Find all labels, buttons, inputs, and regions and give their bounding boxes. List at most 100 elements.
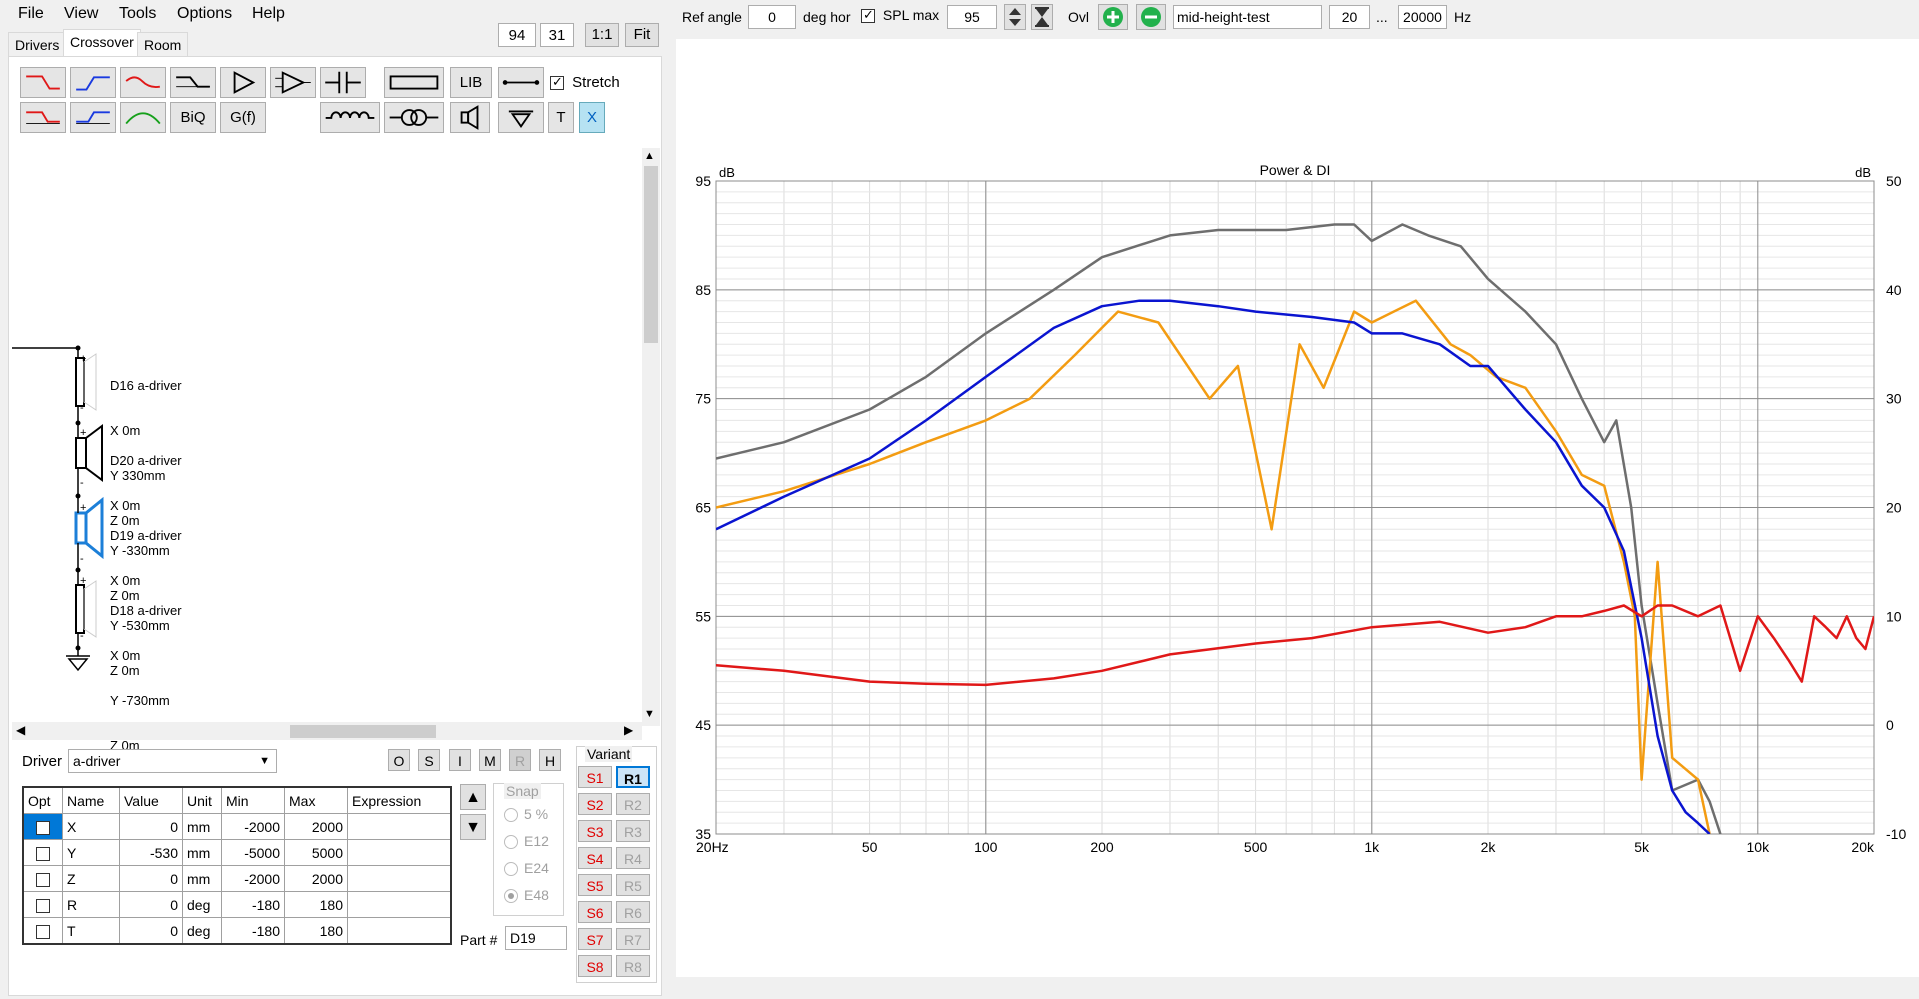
biquad-button[interactable]: BiQ <box>170 102 216 133</box>
wire-tool[interactable] <box>498 67 544 98</box>
amplifier-tool[interactable] <box>220 67 266 98</box>
param-max[interactable]: 180 <box>284 917 348 945</box>
variant-s3-button[interactable]: S3 <box>578 820 612 842</box>
capacitor-tool[interactable] <box>320 67 366 98</box>
snap-option-e12[interactable]: E12 <box>504 833 549 850</box>
variant-s6-button[interactable]: S6 <box>578 901 612 923</box>
variant-r5-button[interactable]: R5 <box>616 874 650 896</box>
tab-crossover[interactable]: Crossover <box>63 29 141 56</box>
one-to-one-button[interactable]: 1:1 <box>585 23 619 47</box>
scroll-right-arrow-icon[interactable]: ▶ <box>624 723 633 737</box>
transfer-function-button[interactable]: G(f) <box>220 102 266 133</box>
snap-option-e48[interactable]: E48 <box>504 887 549 904</box>
table-row[interactable]: Z 0 mm -2000 2000 <box>22 865 452 892</box>
x-tool-button[interactable]: X <box>579 102 605 133</box>
variant-r4-button[interactable]: R4 <box>616 847 650 869</box>
option-s-button[interactable]: S <box>418 749 440 771</box>
variant-s1-button[interactable]: S1 <box>578 766 612 788</box>
table-row[interactable]: Y -530 mm -5000 5000 <box>22 839 452 866</box>
menu-view[interactable]: View <box>60 3 102 25</box>
shelf-tool[interactable] <box>170 67 216 98</box>
variant-s5-button[interactable]: S5 <box>578 874 612 896</box>
variant-s4-button[interactable]: S4 <box>578 847 612 869</box>
param-max[interactable]: 5000 <box>284 839 348 866</box>
opt-checkbox-cell[interactable] <box>22 813 63 840</box>
freq-max-input[interactable]: 20000 <box>1398 5 1447 29</box>
opt-checkbox[interactable] <box>36 898 50 913</box>
opamp-tool[interactable] <box>270 67 316 98</box>
part-number-input[interactable]: D19 <box>505 926 567 950</box>
param-min[interactable]: -2000 <box>221 813 285 840</box>
variant-r3-button[interactable]: R3 <box>616 820 650 842</box>
inductor-tool[interactable] <box>320 102 380 133</box>
chart-panel[interactable]: Power & DI dB dB 95 85 75 65 55 45 35 50 40 30 20 10 0-… <box>676 39 1919 977</box>
opt-checkbox-cell[interactable] <box>22 917 63 945</box>
variant-r8-button[interactable]: R8 <box>616 955 650 977</box>
tab-drivers[interactable]: Drivers <box>8 32 67 56</box>
driver-select[interactable]: a-driver ▼ <box>68 749 277 773</box>
menu-tools[interactable]: Tools <box>115 3 160 25</box>
param-expression[interactable] <box>347 917 452 945</box>
variant-s8-button[interactable]: S8 <box>578 955 612 977</box>
variant-r1-button[interactable]: R1 <box>616 766 650 788</box>
snap-option-5pct[interactable]: 5 % <box>504 806 548 823</box>
scroll-left-arrow-icon[interactable]: ◀ <box>16 723 25 737</box>
remove-curve-button[interactable] <box>1136 4 1166 30</box>
height-field[interactable]: 31 <box>540 23 574 47</box>
param-max[interactable]: 180 <box>284 891 348 918</box>
spl-max-input[interactable]: 95 <box>947 5 997 29</box>
param-min[interactable]: -180 <box>221 891 285 918</box>
vscroll-thumb[interactable] <box>644 166 658 343</box>
move-up-button[interactable]: ▲ <box>460 784 486 810</box>
snap-option-e24[interactable]: E24 <box>504 860 549 877</box>
opt-checkbox[interactable] <box>36 846 50 861</box>
param-value[interactable]: 0 <box>119 865 183 892</box>
param-min[interactable]: -5000 <box>221 839 285 866</box>
param-value[interactable]: 0 <box>119 891 183 918</box>
option-i-button[interactable]: I <box>449 749 471 771</box>
param-expression[interactable] <box>347 839 452 866</box>
option-h-button[interactable]: H <box>539 749 561 771</box>
param-value[interactable]: 0 <box>119 813 183 840</box>
menu-help[interactable]: Help <box>248 3 289 25</box>
param-max[interactable]: 2000 <box>284 865 348 892</box>
option-m-button[interactable]: M <box>479 749 501 771</box>
ground-tool[interactable] <box>498 102 544 133</box>
text-tool-button[interactable]: T <box>548 102 574 133</box>
bandpass-tool[interactable] <box>120 102 166 133</box>
variant-s7-button[interactable]: S7 <box>578 928 612 950</box>
opt-checkbox-cell[interactable] <box>22 865 63 892</box>
param-max[interactable]: 2000 <box>284 813 348 840</box>
opt-checkbox-cell[interactable] <box>22 891 63 918</box>
move-down-button[interactable]: ▼ <box>460 814 486 840</box>
spl-spin-button[interactable] <box>1004 4 1026 30</box>
menu-file[interactable]: File <box>14 3 48 25</box>
hscroll-thumb[interactable] <box>290 725 436 738</box>
scroll-down-arrow-icon[interactable]: ▼ <box>644 708 655 720</box>
opt-checkbox-cell[interactable] <box>22 839 63 866</box>
stretch-checkbox[interactable]: Stretch <box>550 74 620 91</box>
param-expression[interactable] <box>347 813 452 840</box>
scroll-up-arrow-icon[interactable]: ▲ <box>644 150 655 162</box>
option-o-button[interactable]: O <box>388 749 410 771</box>
ref-angle-input[interactable]: 0 <box>748 5 796 29</box>
param-min[interactable]: -180 <box>221 917 285 945</box>
variant-r6-button[interactable]: R6 <box>616 901 650 923</box>
param-value[interactable]: -530 <box>119 839 183 866</box>
speaker-tool[interactable] <box>450 102 490 133</box>
opt-checkbox[interactable] <box>36 924 50 939</box>
menu-options[interactable]: Options <box>173 3 236 25</box>
tab-room[interactable]: Room <box>137 32 189 56</box>
resistor-tool[interactable] <box>384 67 444 98</box>
width-field[interactable]: 94 <box>498 23 536 47</box>
option-r-button[interactable]: R <box>509 749 531 771</box>
lowpass-red-tool[interactable] <box>20 67 66 98</box>
spl-range-button[interactable] <box>1031 4 1053 30</box>
transformer-tool[interactable] <box>384 102 444 133</box>
opt-checkbox[interactable] <box>36 872 50 887</box>
variant-r7-button[interactable]: R7 <box>616 928 650 950</box>
param-expression[interactable] <box>347 865 452 892</box>
param-min[interactable]: -2000 <box>221 865 285 892</box>
add-curve-button[interactable] <box>1098 4 1128 30</box>
fit-button[interactable]: Fit <box>625 23 659 47</box>
